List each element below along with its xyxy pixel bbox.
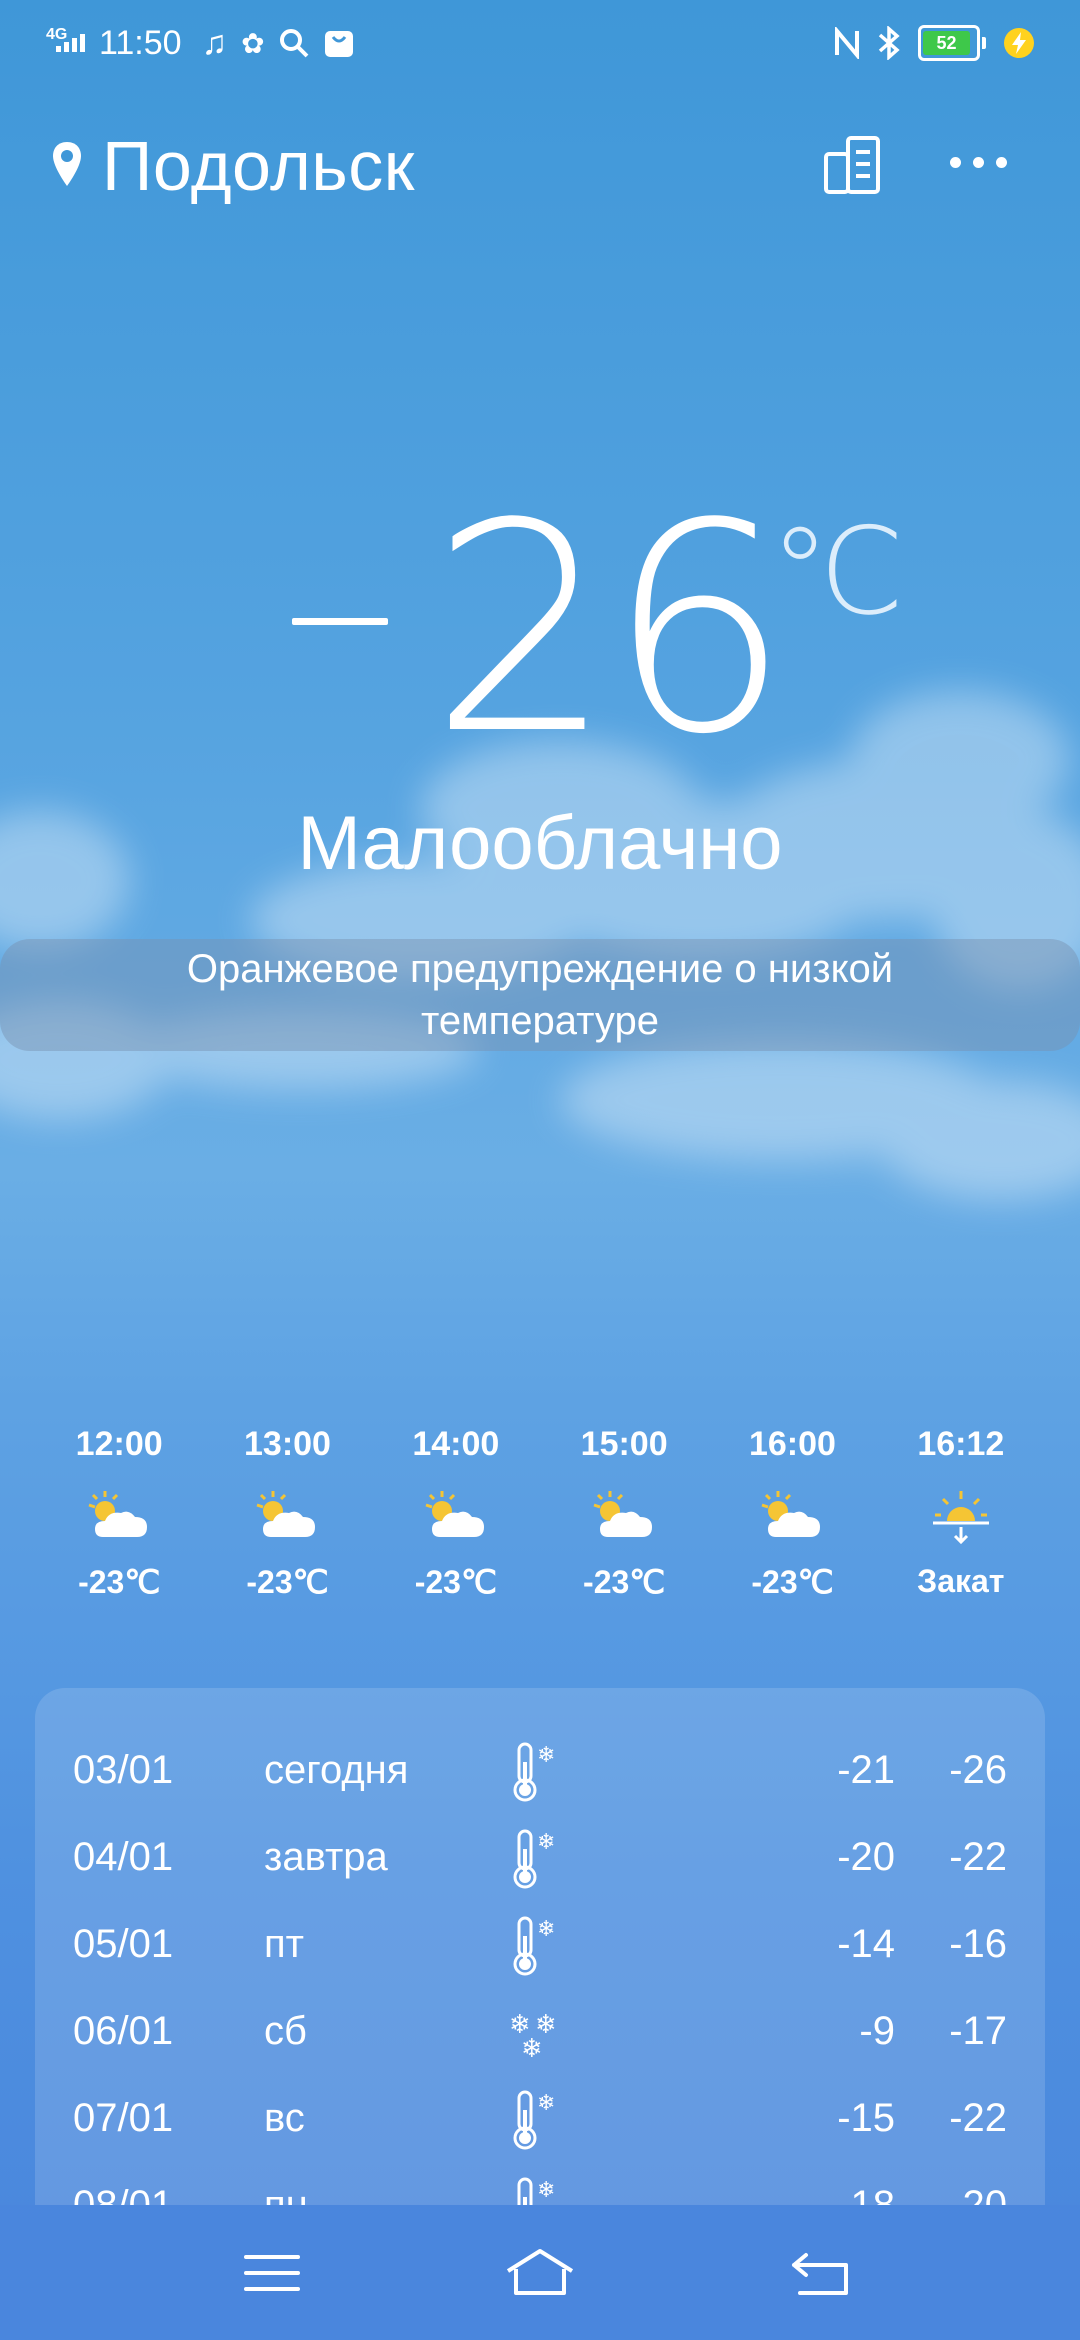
home-button[interactable] — [500, 2243, 580, 2303]
cold-thermometer-icon: ❄ — [513, 1742, 555, 1802]
day-name: сб — [264, 2009, 307, 2053]
day-date: 05/01 — [73, 1922, 174, 1966]
daily-row[interactable]: 07/01 вс ❄ -15 -22 — [35, 2086, 1045, 2156]
shopping-bag-icon — [324, 31, 353, 57]
cold-thermometer-icon: ❄ — [513, 1916, 555, 1976]
day-date: 04/01 — [73, 1835, 174, 1879]
hourly-item: 13:00 -23℃ — [203, 1425, 371, 1601]
back-button[interactable] — [782, 2243, 862, 2303]
cold-thermometer-icon: ❄ — [513, 2090, 555, 2150]
city-management-button[interactable] — [820, 132, 886, 198]
weather-warning-banner[interactable]: Оранжевое предупреждение о низкой темпер… — [0, 939, 1080, 1051]
status-bar: 4G 11:50 ♫ ✿ 52 — [0, 0, 1080, 84]
menu-button[interactable] — [232, 2243, 312, 2303]
partly-cloudy-icon — [88, 1491, 148, 1537]
partly-cloudy-icon — [257, 1491, 316, 1537]
day-high: -9 — [859, 2009, 895, 2053]
battery-level: 52 — [923, 31, 971, 55]
day-name: пт — [264, 1922, 304, 1966]
temperature-unit: ℃ — [770, 503, 905, 642]
svg-text:❄: ❄ — [537, 1830, 555, 1855]
day-high: -20 — [837, 1835, 895, 1879]
location-pin-icon — [53, 142, 81, 186]
app-notification-icon: ✿ — [241, 27, 265, 59]
hourly-item: 16:12 Закат — [877, 1425, 1045, 1601]
hourly-item: 14:00 -23℃ — [372, 1425, 540, 1601]
day-high: -14 — [837, 1922, 895, 1966]
day-name: завтра — [264, 1835, 388, 1879]
day-low: -22 — [949, 2096, 1007, 2140]
hour-temp: -23℃ — [583, 1564, 666, 1600]
hour-time: 13:00 — [244, 1425, 331, 1463]
day-high: -15 — [837, 2096, 895, 2140]
hourly-item: 12:00 -23℃ — [35, 1425, 203, 1601]
snowflakes-icon: ❄ ❄❄ — [509, 2010, 557, 2064]
city-name[interactable]: Подольск — [102, 126, 415, 206]
daily-row[interactable]: 04/01 завтра ❄ -20 -22 — [35, 1825, 1045, 1895]
more-options-button[interactable] — [950, 142, 1020, 182]
day-low: -26 — [949, 1748, 1007, 1792]
current-temperature: 26 — [430, 462, 790, 797]
more-dots-icon — [950, 156, 961, 168]
hour-time: 15:00 — [580, 1425, 668, 1463]
network-type: 4G — [46, 26, 68, 43]
status-time: 11:50 — [99, 23, 182, 62]
day-date: 07/01 — [73, 2096, 174, 2140]
day-name: вс — [264, 2096, 305, 2140]
day-high: -21 — [837, 1748, 895, 1792]
sunset-label: Закат — [917, 1563, 1005, 1599]
hour-time: 12:00 — [75, 1425, 163, 1463]
temperature-minus-sign — [292, 618, 388, 625]
day-low: -16 — [949, 1922, 1007, 1966]
charging-icon — [1004, 28, 1034, 58]
nfc-icon — [835, 27, 859, 59]
hour-temp: -23℃ — [78, 1564, 161, 1600]
search-icon — [279, 29, 308, 58]
svg-text:❄: ❄ — [537, 1917, 555, 1942]
hour-time: 14:00 — [412, 1425, 500, 1463]
day-low: -22 — [949, 1835, 1007, 1879]
svg-text:❄: ❄ — [537, 2178, 555, 2203]
svg-text:❄: ❄ — [537, 1743, 555, 1768]
hour-time: 16:00 — [748, 1425, 836, 1463]
svg-text:❄: ❄ — [537, 2091, 555, 2116]
hour-temp: -23℃ — [246, 1564, 329, 1600]
header: Подольск — [0, 120, 1080, 210]
daily-forecast-card[interactable]: 03/01 сегодня ❄ -21 -26 04/01 завтра ❄ -… — [35, 1688, 1045, 2240]
system-navigation-bar — [0, 2205, 1080, 2340]
bluetooth-icon — [878, 26, 900, 60]
daily-row[interactable]: 06/01 сб ❄ ❄ ❄ -9 -17 — [35, 1999, 1045, 2069]
day-date: 03/01 — [73, 1748, 174, 1792]
daily-row[interactable]: 03/01 сегодня ❄ -21 -26 — [35, 1738, 1045, 1808]
cold-thermometer-icon: ❄ — [513, 1829, 555, 1889]
daily-row[interactable]: 05/01 пт ❄ -14 -16 — [35, 1912, 1045, 1982]
hour-temp: -23℃ — [414, 1564, 497, 1600]
hourly-item: 15:00 -23℃ — [540, 1425, 708, 1601]
hour-time: 16:12 — [917, 1425, 1005, 1463]
partly-cloudy-icon — [593, 1491, 653, 1537]
battery-indicator: 52 — [918, 25, 986, 61]
warning-text: Оранжевое предупреждение о низкой темпер… — [186, 947, 894, 1043]
weather-condition: Малооблачно — [297, 801, 783, 886]
partly-cloudy-icon — [761, 1491, 821, 1537]
hourly-item: 16:00 -23℃ — [708, 1425, 876, 1601]
day-low: -17 — [949, 2009, 1007, 2053]
music-icon: ♫ — [201, 23, 228, 62]
svg-text:❄: ❄ — [521, 2034, 543, 2064]
hour-temp: -23℃ — [751, 1564, 834, 1600]
sunset-icon — [932, 1491, 989, 1545]
partly-cloudy-icon — [425, 1491, 484, 1537]
hourly-forecast[interactable]: 12:00 -23℃ 13:00 -23℃ 14:00 -23℃ 15:00 -… — [35, 1425, 1045, 1601]
signal-icon: 4G — [46, 26, 85, 52]
day-date: 06/01 — [73, 2009, 174, 2053]
day-name: сегодня — [264, 1748, 409, 1792]
battery-percent: 52 — [936, 32, 957, 53]
